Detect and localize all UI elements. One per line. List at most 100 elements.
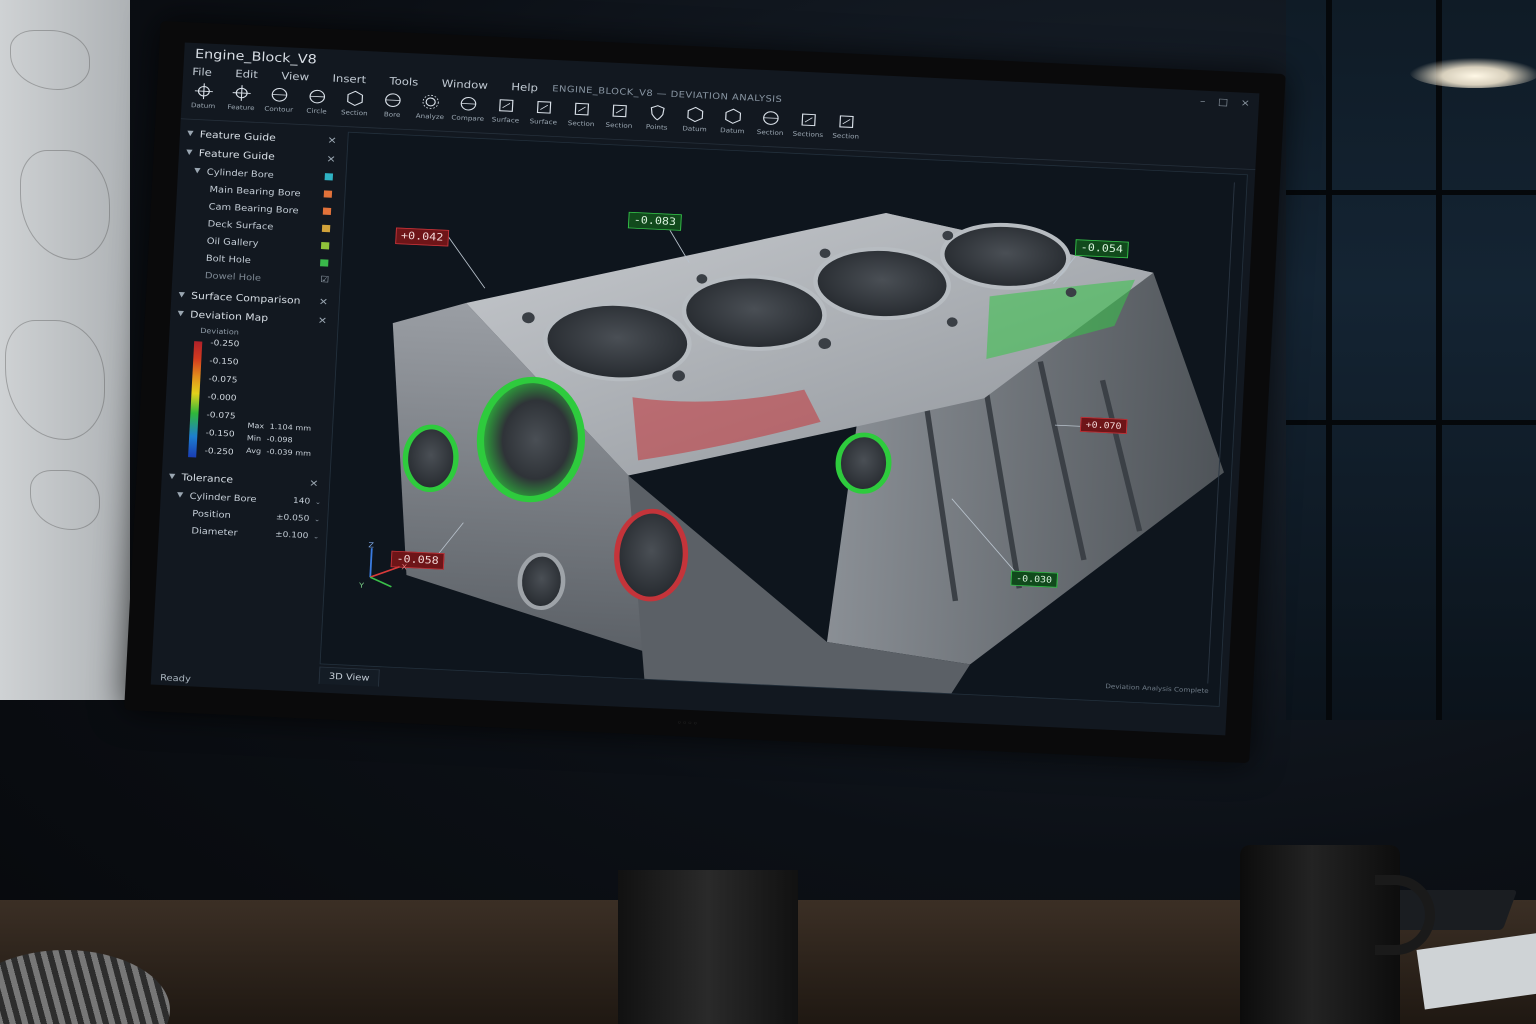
chevron-down-icon[interactable]: ⌄ — [313, 532, 319, 539]
background-window — [1286, 0, 1536, 720]
feature-label: Dowel Hole — [204, 269, 262, 283]
toolbar-button-datum[interactable]: Datum — [187, 80, 221, 110]
close-button[interactable]: × — [1241, 97, 1251, 108]
menu-edit[interactable]: Edit — [235, 68, 258, 81]
stat-avg-label: Avg — [245, 447, 262, 456]
deviation-callout[interactable]: +0.042 — [395, 227, 450, 247]
close-icon[interactable]: ✕ — [319, 296, 329, 307]
cam-bearing-bore[interactable] — [402, 424, 459, 493]
square-icon — [607, 100, 631, 121]
color-swatch — [319, 259, 329, 267]
side-bore[interactable] — [835, 432, 892, 494]
chevron-down-icon: ▼ — [186, 129, 194, 138]
3d-viewport[interactable]: -0.083 +0.042 -0.054 +0.070 -0.030 -0.05… — [319, 131, 1248, 707]
toolbar-button-points[interactable]: Points — [640, 102, 674, 132]
minimize-button[interactable]: – — [1200, 95, 1206, 106]
stat-max-label: Max — [247, 422, 265, 431]
toolbar-button-label: Datum — [190, 101, 216, 110]
toolbar-button-label: Sections — [792, 130, 824, 139]
deviation-callout[interactable]: -0.030 — [1010, 570, 1058, 588]
toolbar-button-label: Circle — [306, 107, 327, 116]
color-scale-bar — [188, 341, 203, 458]
chevron-down-icon[interactable]: ⌄ — [315, 498, 321, 505]
close-icon[interactable]: ✕ — [309, 478, 319, 489]
toolbar-button-section[interactable]: Section — [754, 107, 788, 137]
toolbar-button-feature[interactable]: Feature — [225, 82, 259, 112]
menu-tools[interactable]: Tools — [389, 75, 418, 88]
oil-gallery-bore[interactable] — [614, 508, 689, 602]
menu-file[interactable]: File — [192, 66, 212, 79]
hexagon-icon — [343, 88, 367, 109]
hexagon-icon — [683, 104, 707, 125]
toolbar-button-contour[interactable]: Contour — [262, 84, 296, 114]
toolbar-button-label: Analyze — [415, 112, 445, 121]
toolbar-button-label: Surface — [491, 115, 520, 125]
section-title: Feature Guide — [198, 147, 276, 163]
circle-icon — [759, 107, 783, 128]
toolbar-button-compare[interactable]: Compare — [451, 93, 485, 123]
toolbar-button-label: Points — [645, 123, 668, 132]
toolbar-button-section[interactable]: Section — [565, 98, 599, 128]
legend-tick: -0.075 — [208, 374, 238, 385]
color-swatch — [321, 224, 331, 233]
maximize-button[interactable]: □ — [1218, 96, 1229, 107]
chevron-down-icon[interactable]: ⌄ — [314, 515, 320, 522]
toolbar-button-section[interactable]: Section — [338, 87, 372, 117]
legend-tick: -0.150 — [205, 428, 235, 439]
axis-label-y: Y — [358, 582, 365, 591]
deviation-callout[interactable]: +0.070 — [1079, 416, 1128, 434]
menu-view[interactable]: View — [281, 70, 309, 83]
tolerance-label: Position — [192, 507, 232, 520]
tolerance-label: Diameter — [191, 525, 238, 538]
legend-tick: -0.075 — [206, 410, 236, 421]
section-title: Tolerance — [181, 471, 234, 486]
feature-label: Oil Gallery — [206, 235, 259, 249]
hexagon-icon — [721, 106, 745, 127]
toolbar-button-surface[interactable]: Surface — [489, 95, 523, 125]
main-bearing-bore[interactable] — [476, 376, 586, 503]
tolerance-value[interactable]: ±0.100 — [275, 530, 309, 540]
circle-icon — [381, 89, 405, 110]
checkbox-icon[interactable]: ☑ — [320, 274, 329, 285]
toolbar-button-circle[interactable]: Circle — [300, 86, 334, 116]
deviation-callout[interactable]: -0.054 — [1074, 239, 1129, 259]
toolbar-button-sections[interactable]: Sections — [792, 109, 826, 139]
toolbar-button-label: Datum — [719, 126, 745, 135]
legend-tick: -0.250 — [204, 446, 234, 457]
menu-help[interactable]: Help — [511, 81, 538, 94]
chevron-down-icon: ▼ — [178, 291, 186, 300]
close-icon[interactable]: ✕ — [326, 154, 336, 165]
wall-whiteboard — [0, 0, 130, 700]
toolbar-button-datum[interactable]: Datum — [716, 105, 750, 135]
toolbar-button-label: Bore — [383, 110, 401, 119]
toolbar-button-label: Section — [832, 131, 860, 141]
toolbar-button-surface[interactable]: Surface — [527, 96, 561, 126]
deviation-stats: Max 1.104 mm Min -0.098 Avg -0.039 mm — [246, 422, 313, 463]
square-icon — [796, 109, 820, 130]
toolbar-button-label: Section — [567, 119, 595, 128]
toolbar-button-label: Feature — [227, 103, 255, 112]
toolbar-button-section[interactable]: Section — [829, 111, 863, 141]
gear-icon — [418, 91, 442, 112]
legend-header: Deviation — [199, 327, 240, 338]
crosshair-icon — [229, 82, 253, 103]
toolbar-button-analyze[interactable]: Analyze — [414, 91, 448, 121]
legend-tick: -0.150 — [209, 356, 239, 367]
color-swatch — [320, 242, 330, 250]
square-icon — [532, 97, 556, 118]
circle-icon — [267, 84, 291, 105]
menu-insert[interactable]: Insert — [332, 73, 366, 86]
chevron-down-icon: ▼ — [177, 309, 185, 318]
tolerance-value[interactable]: ±0.050 — [276, 513, 310, 523]
deviation-callout[interactable]: -0.083 — [627, 211, 682, 231]
close-icon[interactable]: ✕ — [318, 315, 328, 326]
section-title: Surface Comparison — [190, 290, 301, 307]
axis-label-x: X — [401, 563, 408, 572]
close-icon[interactable]: ✕ — [327, 135, 337, 146]
menu-window[interactable]: Window — [441, 78, 488, 92]
toolbar-button-label: Surface — [529, 117, 558, 126]
toolbar-button-section[interactable]: Section — [603, 100, 637, 130]
bolt-hole[interactable] — [517, 552, 566, 610]
toolbar-button-datum[interactable]: Datum — [678, 104, 712, 134]
toolbar-button-bore[interactable]: Bore — [376, 89, 410, 119]
